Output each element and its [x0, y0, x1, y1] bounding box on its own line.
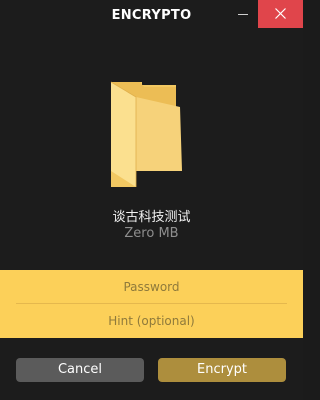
- titlebar: ENCRYPTO: [0, 0, 303, 32]
- minimize-button[interactable]: [228, 0, 258, 28]
- credentials-form: [0, 270, 303, 338]
- cancel-button[interactable]: Cancel: [16, 358, 144, 382]
- hint-field[interactable]: [16, 304, 287, 337]
- password-field[interactable]: [16, 270, 287, 303]
- file-size: Zero MB: [124, 226, 179, 241]
- close-icon: [275, 8, 286, 19]
- folder-icon: [110, 81, 182, 187]
- encrypto-window: ENCRYPTO 谈古科技测试 Zero MB Cancel Encrypt: [0, 0, 303, 400]
- encrypt-button[interactable]: Encrypt: [158, 358, 286, 382]
- file-name: 谈古科技测试: [112, 210, 191, 225]
- close-button[interactable]: [258, 0, 303, 28]
- minimize-icon: [238, 14, 248, 15]
